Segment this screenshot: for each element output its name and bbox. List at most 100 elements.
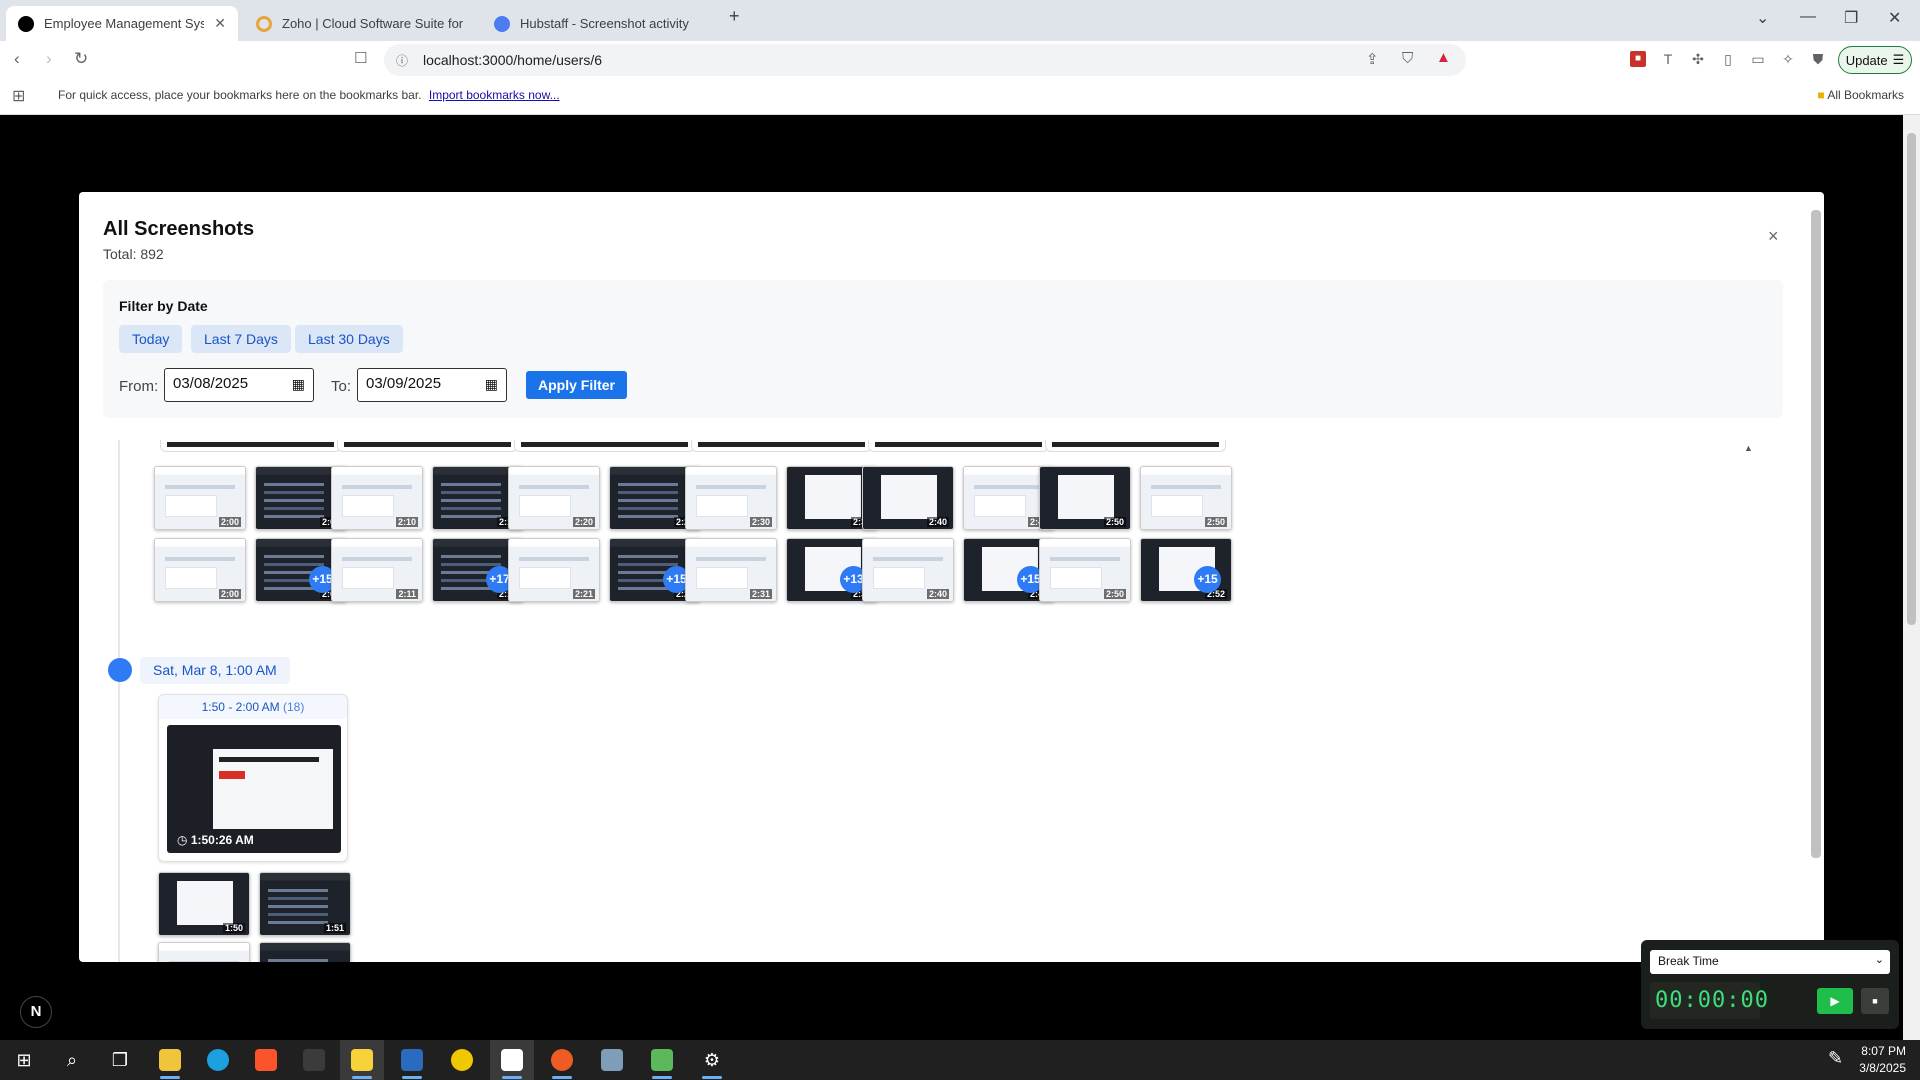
calendar-icon[interactable]: ▦ bbox=[292, 376, 305, 393]
screenshot-preview[interactable]: ◷ 1:50:26 AM bbox=[167, 725, 341, 853]
app-yellow-circle-icon[interactable] bbox=[440, 1040, 484, 1080]
leo-ai-icon[interactable]: ✧ bbox=[1780, 51, 1796, 67]
extension-t-icon[interactable]: T bbox=[1660, 51, 1676, 67]
filter-title: Filter by Date bbox=[119, 298, 208, 314]
address-bar[interactable]: ⓘ localhost:3000/home/users/6 ⇪ ⛉ ▲ bbox=[384, 44, 1466, 76]
from-date-input[interactable]: 03/08/2025 ▦ bbox=[164, 368, 314, 402]
update-button[interactable]: Update ☰ bbox=[1838, 46, 1912, 74]
brave-icon[interactable] bbox=[244, 1040, 288, 1080]
modal-scrollbar-thumb[interactable] bbox=[1811, 210, 1821, 858]
mode-select-value: Break Time bbox=[1658, 954, 1719, 968]
filter-today-button[interactable]: Today bbox=[119, 325, 183, 353]
rewards-icon[interactable]: ▲ bbox=[1436, 49, 1451, 66]
minimize-button[interactable]: — bbox=[1800, 8, 1816, 26]
tab-search-chevron-icon[interactable]: ⌄ bbox=[1756, 8, 1769, 28]
wallet-icon[interactable]: ▭ bbox=[1750, 51, 1766, 67]
forward-icon[interactable]: › bbox=[46, 49, 52, 69]
back-icon[interactable]: ‹ bbox=[14, 49, 20, 69]
filter-last-7-days-button[interactable]: Last 7 Days bbox=[191, 325, 291, 353]
cursor-editor-icon[interactable] bbox=[490, 1040, 534, 1080]
screenshot-thumbnail[interactable]: 2:50 bbox=[1039, 538, 1131, 602]
screenshot-thumbnail[interactable]: 1:51 bbox=[259, 872, 351, 936]
settings-gear-icon[interactable]: ⚙ bbox=[690, 1040, 734, 1080]
task-view-icon[interactable]: ❐ bbox=[98, 1040, 142, 1080]
screenshot-thumbnail[interactable]: 2:40 bbox=[862, 538, 954, 602]
sidebar-icon[interactable]: ▯ bbox=[1720, 51, 1736, 67]
browser-tab-strip: Employee Management System ✕ Zoho | Clou… bbox=[0, 0, 1920, 41]
share-icon[interactable]: ⇪ bbox=[1366, 50, 1379, 68]
pen-icon[interactable]: ✎ bbox=[1828, 1048, 1843, 1069]
new-tab-button[interactable]: + bbox=[729, 6, 740, 27]
stop-button[interactable]: ■ bbox=[1861, 988, 1889, 1014]
timeline-scrollbar[interactable]: ▲ bbox=[1742, 440, 1756, 962]
tab-zoho[interactable]: Zoho | Cloud Software Suite for Bus bbox=[244, 6, 476, 41]
tab-hubstaff[interactable]: Hubstaff - Screenshot activity bbox=[482, 6, 714, 41]
screenshot-time: ◷ 1:50:26 AM bbox=[177, 833, 254, 847]
interval-card[interactable]: 1:50 - 2:00 AM (18) ◷ 1:50:26 AM bbox=[158, 694, 348, 862]
bookmark-icon[interactable]: ☐ bbox=[354, 49, 367, 67]
filter-last-30-days-button[interactable]: Last 30 Days bbox=[295, 325, 403, 353]
close-tab-icon[interactable]: ✕ bbox=[214, 15, 226, 32]
to-date-input[interactable]: 03/09/2025 ▦ bbox=[357, 368, 507, 402]
reload-icon[interactable]: ↻ bbox=[74, 49, 88, 69]
screenshot-thumbnail[interactable]: 1:50 bbox=[158, 872, 250, 936]
all-bookmarks-label: All Bookmarks bbox=[1827, 88, 1904, 102]
apply-filter-button[interactable]: Apply Filter bbox=[526, 371, 627, 399]
screenshot-thumbnail[interactable]: 2:11 bbox=[331, 538, 423, 602]
file-explorer-icon[interactable] bbox=[148, 1040, 192, 1080]
extension-red-icon[interactable]: ■ bbox=[1630, 51, 1646, 67]
screenshot-thumbnail[interactable]: 2:50 bbox=[1039, 466, 1131, 530]
search-icon[interactable]: ⌕ bbox=[50, 1040, 94, 1080]
screenshot-thumbnail[interactable]: 2:20 bbox=[508, 466, 600, 530]
screenshot-thumbnail[interactable]: 2:40 bbox=[862, 466, 954, 530]
site-info-icon[interactable]: ⓘ bbox=[396, 52, 408, 69]
screenshots-modal: All Screenshots Total: 892 × Filter by D… bbox=[79, 192, 1824, 962]
menu-icon: ☰ bbox=[1892, 52, 1905, 67]
app-cx-icon[interactable] bbox=[292, 1040, 336, 1080]
calendar-icon[interactable]: ▦ bbox=[485, 376, 498, 393]
sticky-notes-icon[interactable] bbox=[340, 1040, 384, 1080]
vpn-icon[interactable]: ⛊ bbox=[1810, 51, 1826, 67]
import-bookmarks-link[interactable]: Import bookmarks now... bbox=[429, 88, 560, 102]
screenshot-thumbnail[interactable]: 2:52 bbox=[1140, 538, 1232, 602]
tab-title: Hubstaff - Screenshot activity bbox=[520, 16, 689, 31]
app-window-icon[interactable] bbox=[590, 1040, 634, 1080]
page-scrollbar-thumb[interactable] bbox=[1907, 133, 1916, 625]
screenshot-thumbnail[interactable]: 2:31 bbox=[685, 538, 777, 602]
play-button[interactable]: ▶ bbox=[1817, 988, 1853, 1014]
shields-icon[interactable]: ⛉ bbox=[1402, 50, 1413, 67]
screenshot-thumbnail[interactable]: 2:10 bbox=[331, 466, 423, 530]
tab-employee-management[interactable]: Employee Management System ✕ bbox=[6, 6, 238, 41]
system-clock[interactable]: 8:07 PM 3/8/2025 bbox=[1859, 1043, 1906, 1077]
modal-scrollbar[interactable] bbox=[1809, 208, 1823, 948]
windows-start-icon[interactable]: ⊞ bbox=[2, 1040, 46, 1080]
nextjs-badge[interactable]: N bbox=[20, 996, 52, 1028]
more-screenshots-badge[interactable]: +15 bbox=[1194, 566, 1221, 593]
scroll-up-arrow-icon[interactable]: ▲ bbox=[1744, 443, 1753, 453]
screenshot-thumbnail[interactable]: 2:50 bbox=[1140, 466, 1232, 530]
screenshot-group-top bbox=[514, 440, 695, 452]
screenshot-thumbnail[interactable]: 2:00 bbox=[154, 466, 246, 530]
postman-icon[interactable] bbox=[540, 1040, 584, 1080]
mode-select[interactable]: Break Time ⌄ bbox=[1650, 950, 1890, 974]
close-modal-button[interactable]: × bbox=[1768, 226, 1779, 247]
restore-button[interactable]: ❐ bbox=[1844, 8, 1858, 28]
close-window-button[interactable]: ✕ bbox=[1888, 8, 1901, 28]
screenshot-thumbnail[interactable] bbox=[259, 942, 351, 962]
notepad-icon[interactable] bbox=[640, 1040, 684, 1080]
timeline-dot bbox=[108, 658, 132, 682]
page-scrollbar[interactable] bbox=[1903, 115, 1920, 1040]
extensions-puzzle-icon[interactable]: ✣ bbox=[1690, 51, 1706, 67]
screenshot-thumbnail[interactable]: 2:21 bbox=[508, 538, 600, 602]
screenshot-thumbnail-time: 2:10 bbox=[395, 517, 418, 527]
screenshot-thumbnail[interactable] bbox=[158, 942, 250, 962]
screenshot-thumbnail[interactable]: 2:30 bbox=[685, 466, 777, 530]
screenshot-thumbnail-time: 2:30 bbox=[749, 517, 772, 527]
apps-grid-icon[interactable]: ⊞ bbox=[12, 86, 25, 106]
vscode-icon[interactable] bbox=[390, 1040, 434, 1080]
all-bookmarks-button[interactable]: ■ All Bookmarks bbox=[1817, 88, 1904, 102]
screenshot-thumbnail-time: 2:21 bbox=[572, 589, 595, 599]
screenshot-thumbnail-time: 1:50 bbox=[222, 923, 245, 933]
screenshot-thumbnail[interactable]: 2:00 bbox=[154, 538, 246, 602]
edge-icon[interactable] bbox=[196, 1040, 240, 1080]
